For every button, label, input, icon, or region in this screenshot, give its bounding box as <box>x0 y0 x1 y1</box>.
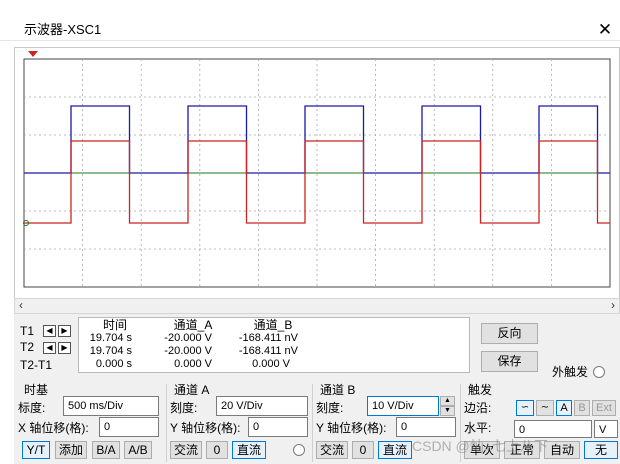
channel-b-ac-button[interactable]: 交流 <box>316 441 348 459</box>
t1-cursor-icon <box>28 51 38 57</box>
channel-a-dc-button[interactable]: 直流 <box>232 441 266 459</box>
channel-b-ypos-label: Y 轴位移(格): <box>316 421 387 435</box>
spin-up-icon[interactable]: ▲ <box>440 396 455 406</box>
t2-right-arrow-icon[interactable]: ▶ <box>58 342 71 354</box>
channel-a-ypos-field[interactable]: 0 <box>248 417 308 437</box>
channel-a-radio[interactable] <box>293 444 305 456</box>
t2-left-arrow-icon[interactable]: ◀ <box>43 342 56 354</box>
x-position-label: X 轴位移(格): <box>18 421 89 435</box>
channel-b-zero-button[interactable]: 0 <box>352 441 374 459</box>
divider <box>312 384 313 462</box>
trigger-none-button[interactable]: 无 <box>584 441 618 459</box>
scroll-left-icon[interactable]: ‹ <box>19 298 23 312</box>
diff-channel-a: 0.000 V <box>174 358 212 370</box>
mode-ab-button[interactable]: A/B <box>124 441 152 459</box>
timebase-scale-field[interactable]: 500 ms/Div <box>63 396 159 416</box>
t1-channel-b: -168.411 nV <box>238 332 298 344</box>
channel-a-ypos-label: Y 轴位移(格): <box>170 421 241 435</box>
t1-left-arrow-icon[interactable]: ◀ <box>43 325 56 337</box>
ext-trigger-radio[interactable] <box>593 366 605 378</box>
channel-a-title: 通道 A <box>174 383 210 397</box>
t2-channel-a: -20.000 V <box>164 345 212 357</box>
mode-ba-button[interactable]: B/A <box>92 441 120 459</box>
trigger-source-ext-button[interactable]: Ext <box>592 400 616 416</box>
window-title: 示波器-XSC1 <box>24 22 102 37</box>
channel-b-dc-button[interactable]: 直流 <box>378 441 412 459</box>
header-channel-a: 通道_A <box>173 318 213 332</box>
header-time: 时间 <box>102 318 127 332</box>
row-label-t1: T1 <box>20 324 35 338</box>
divider <box>166 384 167 462</box>
channel-a-scale-label: 刻度: <box>170 401 198 415</box>
rising-edge-icon[interactable]: ∽ <box>516 400 534 416</box>
t1-time: 19.704 s <box>89 332 132 344</box>
channel-b-scale-label: 刻度: <box>316 401 344 415</box>
channel-a-ac-button[interactable]: 交流 <box>170 441 202 459</box>
diff-time: 0.000 s <box>95 358 132 370</box>
row-label-t2-t1: T2-T1 <box>20 358 53 372</box>
mode-add-button[interactable]: 添加 <box>55 441 87 459</box>
t1-right-arrow-icon[interactable]: ▶ <box>58 325 71 337</box>
t2-time: 19.704 s <box>89 345 132 357</box>
timebase-scale-label: 标度: <box>18 401 46 415</box>
channel-b-ypos-field[interactable]: 0 <box>396 417 456 437</box>
mode-yt-button[interactable]: Y/T <box>22 441 50 459</box>
trigger-edge-label: 边沿: <box>464 401 492 415</box>
close-button[interactable]: ✕ <box>592 20 618 40</box>
scope-scrollbar[interactable]: ‹ › <box>14 298 620 314</box>
channel-b-title: 通道 B <box>320 383 356 397</box>
header-channel-b: 通道_B <box>253 318 293 332</box>
timebase-title: 时基 <box>24 383 49 397</box>
falling-edge-icon[interactable]: ∼ <box>536 400 554 416</box>
trigger-title: 触发 <box>468 383 493 397</box>
channel-b-scale-field[interactable]: 10 V/Div <box>367 396 439 416</box>
spin-down-icon[interactable]: ▼ <box>440 406 455 416</box>
trigger-source-a-button[interactable]: A <box>556 400 572 416</box>
save-button[interactable]: 保存 <box>481 351 538 372</box>
scroll-right-icon[interactable]: › <box>611 298 615 312</box>
watermark: CSDN @灿+七上八下 <box>412 438 548 454</box>
trigger-source-b-button[interactable]: B <box>574 400 590 416</box>
row-label-t2: T2 <box>20 340 35 354</box>
trigger-level-label: 水平: <box>464 421 492 435</box>
trigger-auto-button[interactable]: 自动 <box>544 441 580 459</box>
channel-a-zero-button[interactable]: 0 <box>206 441 228 459</box>
diff-channel-b: 0.000 V <box>252 358 290 370</box>
x-position-field[interactable]: 0 <box>99 417 159 437</box>
channel-a-scale-field[interactable]: 20 V/Div <box>216 396 308 416</box>
trigger-level-unit[interactable]: V <box>594 420 618 438</box>
reverse-button[interactable]: 反向 <box>481 323 538 344</box>
t2-channel-b: -168.411 nV <box>238 345 298 357</box>
scope-screen[interactable] <box>16 49 618 297</box>
t1-channel-a: -20.000 V <box>164 332 212 344</box>
ext-trigger-label: 外触发 <box>552 365 589 379</box>
